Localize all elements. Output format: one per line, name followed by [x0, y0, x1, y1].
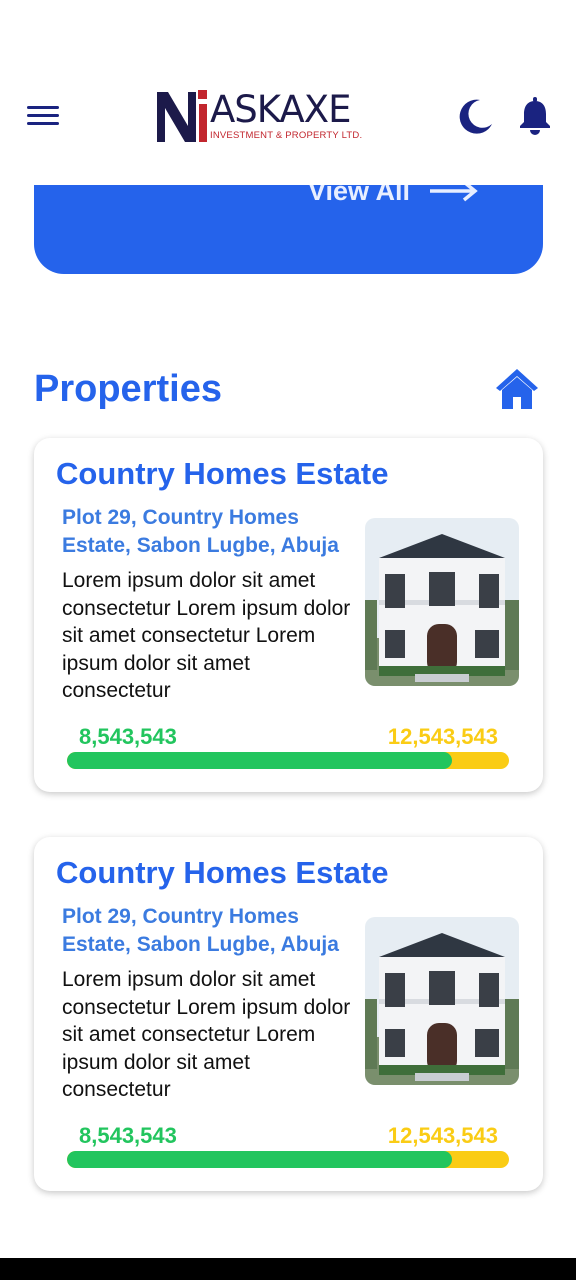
property-title: Country Homes Estate [56, 855, 389, 890]
target-amount: 12,543,543 [387, 1123, 498, 1148]
progress-fill [67, 1151, 452, 1168]
property-card[interactable]: Country Homes Estate Plot 29, Country Ho… [34, 837, 543, 1191]
logo-mark-icon [157, 90, 207, 142]
hamburger-menu-icon[interactable] [27, 103, 61, 131]
brand-logo[interactable]: ASKAXE INVESTMENT & PROPERTY LTD. [154, 86, 374, 146]
top-bar: ASKAXE INVESTMENT & PROPERTY LTD. [0, 0, 576, 185]
progress-fill [67, 752, 452, 769]
property-image[interactable] [365, 917, 519, 1085]
property-title: Country Homes Estate [56, 456, 389, 491]
property-description: Lorem ipsum dolor sit amet consectetur L… [62, 569, 351, 702]
property-description: Lorem ipsum dolor sit amet consectetur L… [62, 968, 351, 1101]
target-amount: 12,543,543 [387, 724, 498, 749]
system-navigation-bar [0, 1258, 576, 1280]
brand-name: ASKAXE [210, 88, 351, 131]
bell-icon[interactable] [518, 97, 552, 135]
property-address: Plot 29, Country Homes Estate, Sabon Lug… [62, 506, 339, 557]
raised-amount: 8,543,543 [79, 724, 177, 749]
moon-icon[interactable] [458, 98, 494, 134]
property-image[interactable] [365, 518, 519, 686]
property-address: Plot 29, Country Homes Estate, Sabon Lug… [62, 905, 339, 956]
funding-progress-bar [67, 752, 509, 769]
raised-amount: 8,543,543 [79, 1123, 177, 1148]
properties-title: Properties [34, 368, 222, 410]
brand-subtitle: INVESTMENT & PROPERTY LTD. [210, 130, 363, 141]
home-icon[interactable] [494, 366, 540, 412]
funding-progress-bar [67, 1151, 509, 1168]
property-card[interactable]: Country Homes Estate Plot 29, Country Ho… [34, 438, 543, 792]
